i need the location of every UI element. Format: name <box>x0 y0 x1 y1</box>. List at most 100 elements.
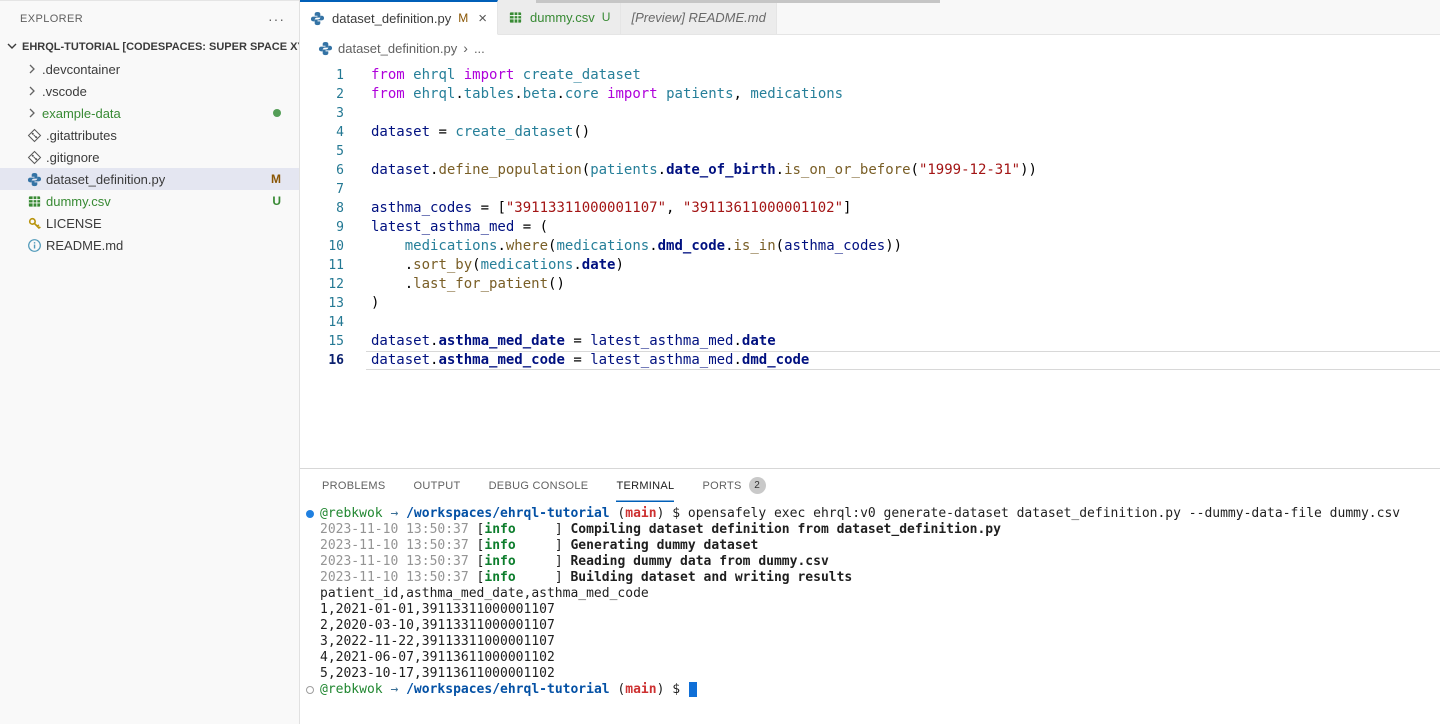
csv-icon <box>508 9 524 25</box>
close-icon[interactable]: × <box>478 11 487 26</box>
explorer-header: EXPLORER ··· <box>0 1 299 36</box>
sidebar-item--gitattributes[interactable]: .gitattributes <box>0 124 299 146</box>
chevron-right-icon <box>24 83 40 99</box>
panel-tab-output[interactable]: OUTPUT <box>414 469 461 502</box>
workspace-root-label: EHRQL-TUTORIAL [CODESPACES: SUPER SPACE … <box>22 41 299 53</box>
terminal-line: 1,2021-01-01,39113311000001107 <box>300 602 1440 618</box>
terminal-line: 2023-11-10 13:50:37 [info ] Generating d… <box>300 538 1440 554</box>
sidebar-item-dataset-definition-py[interactable]: dataset_definition.py M <box>0 168 299 190</box>
csv-icon <box>26 193 42 209</box>
panel-tab-label: TERMINAL <box>616 480 674 492</box>
editor-region: dataset_definition.pyM× dummy.csv U [Previe… <box>300 0 1440 468</box>
code-line-8: 8asthma_codes = ["39113311000001107", "3… <box>300 199 1440 218</box>
tab--preview-readme-md[interactable]: [Preview] README.md <box>621 0 776 35</box>
code-text: dataset.asthma_med_date = latest_asthma_… <box>350 332 776 351</box>
terminal-cursor <box>689 682 697 697</box>
code-text: dataset.define_population(patients.date_… <box>350 161 1037 180</box>
license-icon <box>26 215 42 231</box>
file-label: example-data <box>42 106 121 121</box>
code-line-10: 10 medications.where(medications.dmd_cod… <box>300 237 1440 256</box>
file-label: .vscode <box>42 84 87 99</box>
line-number: 2 <box>300 85 350 104</box>
tab-label: dataset_definition.py <box>332 11 451 26</box>
code-line-4: 4dataset = create_dataset() <box>300 123 1440 142</box>
panel-tab-label: DEBUG CONSOLE <box>489 480 589 492</box>
more-actions-icon[interactable]: ··· <box>268 11 285 27</box>
terminal-gutter <box>306 634 320 650</box>
sidebar-item--vscode[interactable]: .vscode <box>0 80 299 102</box>
line-number: 5 <box>300 142 350 161</box>
terminal-gutter <box>306 666 320 682</box>
panel-tab-ports[interactable]: PORTS2 <box>702 469 765 502</box>
file-label: README.md <box>46 238 123 253</box>
sidebar-item-dummy-csv[interactable]: dummy.csvU <box>0 190 299 212</box>
explorer-sidebar: EXPLORER ··· EHRQL-TUTORIAL [CODESPACES:… <box>0 0 300 724</box>
ports-count-badge: 2 <box>749 477 766 494</box>
tab-label: dummy.csv <box>530 10 595 25</box>
chevron-right-icon <box>24 105 40 121</box>
sidebar-item-license[interactable]: LICENSE <box>0 212 299 234</box>
info-icon <box>26 237 42 253</box>
code-text: ) <box>350 294 379 313</box>
line-number: 1 <box>300 66 350 85</box>
tab-dummy-csv[interactable]: dummy.csv U <box>498 0 621 35</box>
file-label: .gitignore <box>46 150 99 165</box>
code-line-1: 1from ehrql import create_dataset <box>300 66 1440 85</box>
code-text: latest_asthma_med = ( <box>350 218 548 237</box>
tab-label: [Preview] README.md <box>631 10 765 25</box>
sidebar-item-readme-md[interactable]: README.md <box>0 234 299 256</box>
line-number: 12 <box>300 275 350 294</box>
code-line-14: 14 <box>300 313 1440 332</box>
terminal-gutter <box>306 522 320 538</box>
panel-tab-terminal[interactable]: TERMINAL <box>616 469 674 502</box>
workspace-root-row[interactable]: EHRQL-TUTORIAL [CODESPACES: SUPER SPACE … <box>0 36 299 58</box>
git-status-badge: M <box>271 172 281 186</box>
tab-git-badge: U <box>602 10 611 24</box>
line-number: 8 <box>300 199 350 218</box>
terminal-line: 2023-11-10 13:50:37 [info ] Compiling da… <box>300 522 1440 538</box>
terminal-line: 3,2022-11-22,39113311000001107 <box>300 634 1440 650</box>
line-number: 9 <box>300 218 350 237</box>
code-line-12: 12 .last_for_patient() <box>300 275 1440 294</box>
code-text: dataset = create_dataset() <box>350 123 590 142</box>
file-label: dataset_definition.py <box>46 172 165 187</box>
code-line-9: 9latest_asthma_med = ( <box>300 218 1440 237</box>
sidebar-item--gitignore[interactable]: .gitignore <box>0 146 299 168</box>
breadcrumb-file[interactable]: dataset_definition.py <box>338 41 457 56</box>
tabbar-scrollbar[interactable] <box>536 0 940 3</box>
code-line-11: 11 .sort_by(medications.date) <box>300 256 1440 275</box>
code-line-3: 3 <box>300 104 1440 123</box>
terminal-gutter <box>306 586 320 602</box>
terminal-gutter <box>306 650 320 666</box>
panel-tab-label: PROBLEMS <box>322 480 386 492</box>
code-text: asthma_codes = ["39113311000001107", "39… <box>350 199 851 218</box>
code-text <box>350 313 371 332</box>
line-number: 11 <box>300 256 350 275</box>
terminal[interactable]: @rebkwok → /workspaces/ehrql-tutorial (m… <box>300 506 1440 724</box>
terminal-line: 2023-11-10 13:50:37 [info ] Reading dumm… <box>300 554 1440 570</box>
code-line-2: 2from ehrql.tables.beta.core import pati… <box>300 85 1440 104</box>
python-icon <box>318 41 333 56</box>
code-line-5: 5 <box>300 142 1440 161</box>
code-editor[interactable]: 1from ehrql import create_dataset2from e… <box>300 61 1440 370</box>
file-label: .devcontainer <box>42 62 120 77</box>
terminal-line: 4,2021-06-07,39113611000001102 <box>300 650 1440 666</box>
sidebar-item--devcontainer[interactable]: .devcontainer <box>0 58 299 80</box>
code-line-13: 13) <box>300 294 1440 313</box>
tab-dataset-definition-py[interactable]: dataset_definition.pyM× <box>300 0 498 35</box>
code-line-6: 6dataset.define_population(patients.date… <box>300 161 1440 180</box>
sidebar-item-example-data[interactable]: example-data <box>0 102 299 124</box>
terminal-gutter <box>306 618 320 634</box>
breadcrumb-more[interactable]: ... <box>474 41 485 56</box>
panel-tab-debug-console[interactable]: DEBUG CONSOLE <box>489 469 589 502</box>
code-line-16: 16dataset.asthma_med_code = latest_asthm… <box>300 351 1440 370</box>
breadcrumb[interactable]: dataset_definition.py › ... <box>300 35 1440 61</box>
file-label: LICENSE <box>46 216 102 231</box>
line-number: 10 <box>300 237 350 256</box>
editor-tabbar: dataset_definition.pyM× dummy.csv U [Previe… <box>300 0 1440 35</box>
code-text: .last_for_patient() <box>350 275 565 294</box>
code-text: from ehrql import create_dataset <box>350 66 641 85</box>
vscode-window: EXPLORER ··· EHRQL-TUTORIAL [CODESPACES:… <box>0 0 1440 724</box>
panel-tab-problems[interactable]: PROBLEMS <box>322 469 386 502</box>
code-text <box>350 104 371 123</box>
